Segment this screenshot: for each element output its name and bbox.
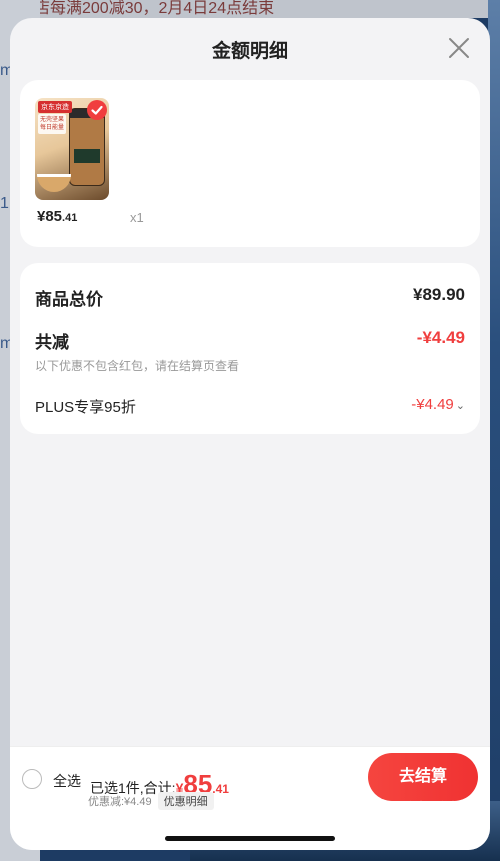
total-price-value: ¥89.90 — [413, 285, 465, 304]
product-promo-text: 无壳坚果 每日能量 — [38, 114, 66, 134]
product-image[interactable]: 京东京造 无壳坚果 每日能量 — [35, 98, 109, 200]
amount-detail-sheet: 金额明细 京东京造 无壳坚果 每日能量 ¥85.41 x1 商品总价 ¥89.9… — [10, 18, 490, 850]
home-indicator — [165, 836, 335, 841]
price-summary-card: 商品总价 ¥89.90 共减 -¥4.49 以下优惠不包含红包，请在结算页查看 … — [20, 263, 480, 434]
reduction-value: -¥4.49 — [416, 328, 465, 347]
background-peek-text: 1 — [0, 195, 9, 212]
watermark-url: zhizhizhi.com — [379, 835, 459, 850]
close-icon — [449, 38, 469, 58]
sheet-header: 金额明细 — [10, 18, 490, 78]
plus-discount-value[interactable]: -¥4.49 ⌄ — [411, 396, 465, 413]
total-dec: .41 — [212, 782, 229, 796]
background-banner-text: 到店每满200减30，2月4日24点结束 — [18, 0, 275, 17]
discount-line: 优惠减:¥4.49 优惠明细 — [88, 792, 214, 810]
discount-detail-button[interactable]: 优惠明细 — [157, 792, 214, 810]
close-button[interactable] — [446, 35, 472, 61]
plus-discount-label: PLUS专享95折 — [35, 399, 136, 416]
product-bowl-graphic — [37, 174, 71, 192]
watermark-logo: 值值值 — [371, 801, 467, 834]
product-card: 京东京造 无壳坚果 每日能量 ¥85.41 x1 — [20, 80, 480, 247]
product-quantity: x1 — [130, 210, 144, 225]
discount-text: 优惠减:¥4.49 — [88, 796, 152, 808]
total-price-label: 商品总价 — [35, 290, 103, 309]
selected-check-icon — [87, 100, 107, 120]
checkout-button[interactable]: 去结算 — [368, 753, 478, 801]
plus-discount-amount: -¥4.49 — [411, 396, 454, 413]
chevron-down-icon: ⌄ — [455, 400, 465, 412]
reduction-note: 以下优惠不包含红包，请在结算页查看 — [35, 359, 240, 373]
sheet-title: 金额明细 — [211, 41, 288, 62]
select-all-radio[interactable] — [22, 769, 42, 789]
product-price-dec: .41 — [62, 212, 78, 224]
product-price: ¥85.41 — [37, 208, 77, 225]
product-price-int: ¥85 — [37, 208, 63, 225]
select-all-label[interactable]: 全选 — [53, 771, 81, 791]
reduction-label: 共减 — [35, 333, 69, 352]
watermark: 值值值 zhizhizhi.com — [344, 801, 494, 857]
background-banner: 到店每满200减30，2月4日24点结束 — [0, 0, 500, 18]
product-brand-tag: 京东京造 — [38, 101, 72, 113]
